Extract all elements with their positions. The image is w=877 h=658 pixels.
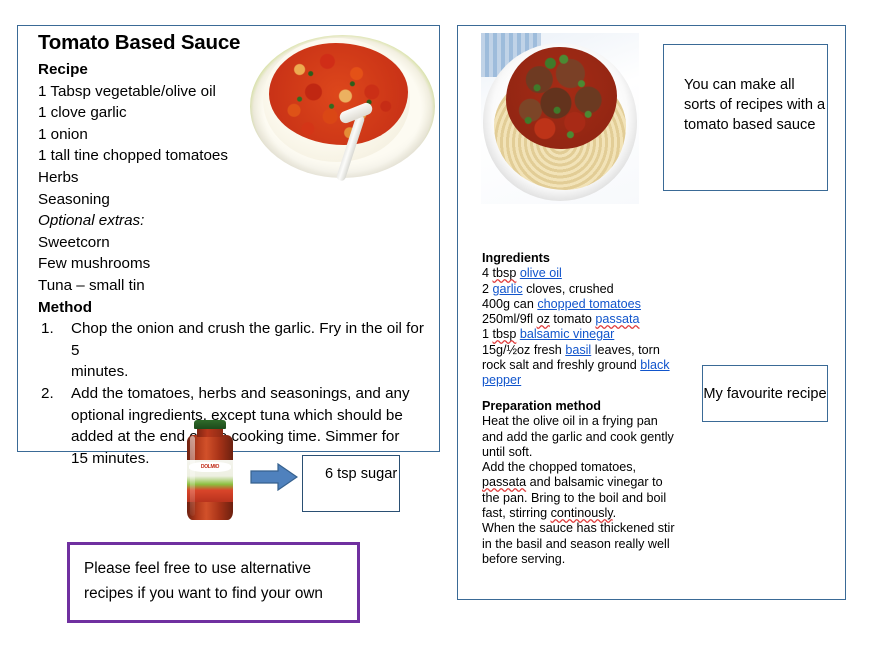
text-line: fast, stirring continously. (482, 506, 682, 521)
jar-lid (194, 420, 226, 429)
text-run: Heat the olive oil in a frying pan (482, 414, 658, 429)
text-run: 15g/½oz fresh (482, 342, 566, 357)
optional-item: Few mushrooms (38, 255, 151, 273)
ingredient-link[interactable]: basil (565, 343, 591, 357)
right-arrow-icon (250, 463, 298, 491)
method-step-number: 1. (41, 320, 54, 338)
text-run: until soft. (482, 444, 533, 459)
text-line: Heat the olive oil in a frying pan (482, 414, 682, 429)
text-run: tomato (549, 312, 596, 327)
optional-item: Tuna – small tin (38, 276, 145, 294)
ingredients-section: Ingredients 4 tbsp olive oil 2 garlic clo… (482, 251, 682, 389)
misspelled-word: tbsp (492, 266, 517, 281)
ingredients-heading: Ingredients (482, 251, 550, 265)
pasta-dish-photo (246, 29, 439, 184)
method-step-line: Add the tomatoes, herbs and seasonings, … (71, 384, 410, 402)
jar-neck (196, 428, 224, 437)
method-step-number: 2. (41, 384, 54, 402)
ingredient-link[interactable]: passata (595, 312, 639, 326)
text-line: When the sauce has thickened stir (482, 521, 682, 536)
text-line: passata and balsamic vinegar to (482, 475, 682, 490)
method-step-line: optional ingredients, except tuna which … (71, 406, 403, 424)
text-run: fast, stirring (482, 506, 551, 521)
text-line: 4 tbsp olive oil (482, 266, 682, 281)
text-run: in the basil and season really well (482, 536, 670, 551)
text-run: the pan. Bring to the boil and boil (482, 490, 667, 505)
callout-sugar-amount: 6 tsp sugar (302, 455, 400, 512)
text-run: 1 (482, 327, 493, 342)
text-run: and add the garlic and cook gently (482, 429, 674, 444)
ingredient-link[interactable]: olive oil (520, 266, 562, 280)
text-run: 250ml/9fl (482, 312, 537, 327)
callout-text: You can make all sorts of recipes with a… (684, 77, 826, 133)
text-line: 400g can chopped tomatoes (482, 297, 682, 312)
method-list: 1. Chop the onion and crush the garlic. … (38, 318, 438, 469)
ingredients-rich-lines: 4 tbsp olive oil 2 garlic cloves, crushed… (482, 266, 682, 388)
callout-my-favourite-recipe: My favourite recipe (702, 365, 828, 422)
misspelled-word: oz (536, 312, 550, 327)
callout-text: Please feel free to use alternative reci… (84, 560, 323, 602)
text-line: until soft. (482, 445, 682, 460)
text-run: cloves, crushed (522, 281, 614, 296)
text-run: 2 (482, 281, 493, 296)
misspelled-word: passata (482, 475, 527, 490)
penne-pasta (269, 42, 409, 146)
text-line: 2 garlic cloves, crushed (482, 282, 682, 297)
method-step-line: added at the end of the cooking time. Si… (71, 428, 400, 446)
method-step-line: Chop the onion and crush the garlic. Fry… (71, 320, 424, 338)
text-run: When the sauce has thickened stir (482, 521, 675, 536)
ingredient-link[interactable]: garlic (493, 282, 523, 296)
method-step-line: minutes. (71, 363, 129, 381)
optional-extras-heading: Optional extras: (38, 212, 145, 230)
text-run: rock salt and freshly ground (482, 358, 641, 373)
jar-highlight (189, 436, 196, 516)
method-step: 1. Chop the onion and crush the garlic. … (38, 318, 438, 383)
text-run: Add the chopped tomatoes, (482, 460, 637, 475)
preparation-section: Preparation method Heat the olive oil in… (482, 399, 682, 567)
page-title: Tomato Based Sauce (38, 31, 241, 54)
ingredient-link[interactable]: black (640, 358, 669, 372)
text-line: before serving. (482, 552, 682, 567)
text-line: 15g/½oz fresh basil leaves, torn (482, 343, 682, 358)
text-line: 250ml/9fl oz tomato passata (482, 312, 682, 327)
text-line: in the basil and season really well (482, 537, 682, 552)
text-run: . (612, 506, 617, 521)
method-heading: Method (38, 298, 92, 316)
ingredient-link[interactable]: balsamic vinegar (520, 327, 615, 341)
text-line: Add the chopped tomatoes, (482, 460, 682, 475)
preparation-heading: Preparation method (482, 399, 601, 413)
text-line: rock salt and freshly ground black (482, 358, 682, 373)
herb-flecks (269, 42, 409, 146)
meatballs-in-sauce (506, 46, 617, 150)
text-line: 1 tbsp balsamic vinegar (482, 327, 682, 342)
sauce-jar-image: DOLMIO (182, 420, 238, 520)
text-run: 400g can (482, 296, 538, 311)
text-run: leaves, torn (591, 342, 660, 357)
misspelled-word: continously (550, 506, 613, 521)
optional-item: Sweetcorn (38, 233, 110, 251)
ingredient-link[interactable]: pepper (482, 373, 521, 387)
text-line: the pan. Bring to the boil and boil (482, 491, 682, 506)
jar-brand-name: DOLMIO (188, 462, 232, 472)
herb-garnish (506, 46, 617, 150)
callout-text: My favourite recipe (703, 385, 827, 402)
callout-sorts-of-recipes: You can make all sorts of recipes with a… (663, 44, 828, 191)
preparation-rich-lines: Heat the olive oil in a frying pan and ad… (482, 414, 682, 567)
text-run: and balsamic vinegar to (526, 475, 663, 490)
ingredient-link[interactable]: chopped tomatoes (537, 297, 641, 311)
text-run: 4 (482, 266, 493, 281)
misspelled-word: tbsp (492, 327, 517, 342)
text-line: and add the garlic and cook gently (482, 430, 682, 445)
method-step-line: 5 (71, 341, 80, 359)
callout-text: 6 tsp sugar (325, 466, 398, 482)
ingredient-line: Seasoning (38, 190, 110, 208)
text-line: pepper (482, 373, 682, 388)
callout-alternative-recipes: Please feel free to use alternative reci… (67, 542, 360, 623)
spaghetti-meatballs-photo (481, 33, 639, 204)
text-run: before serving. (482, 551, 566, 566)
